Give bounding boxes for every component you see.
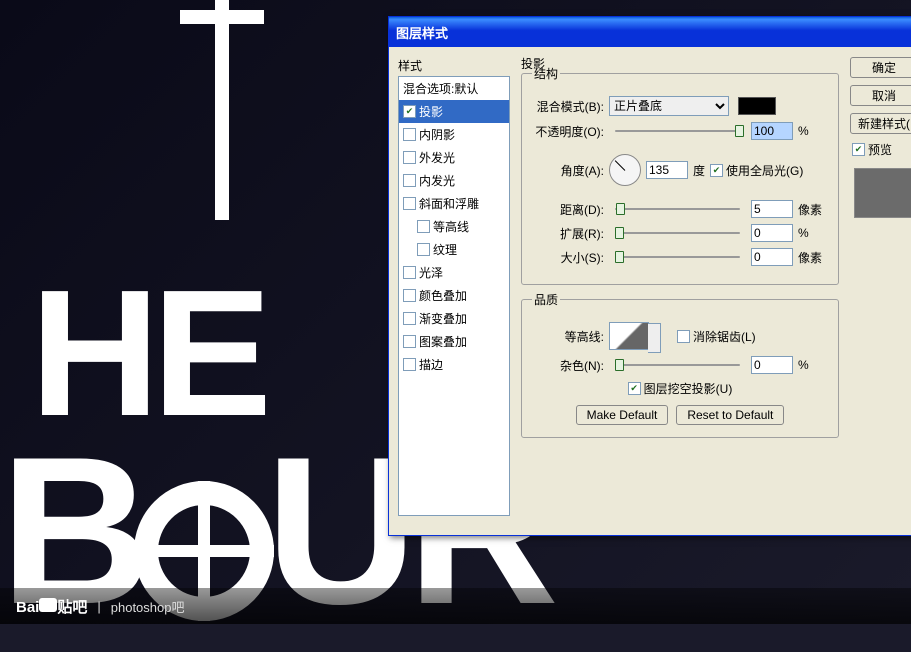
style-item-label: 外发光 [419,149,455,166]
angle-dial[interactable] [609,154,641,186]
style-item-label: 渐变叠加 [419,310,467,327]
noise-unit: % [798,358,828,372]
checkbox-icon [852,143,865,156]
checkbox-icon [403,128,416,141]
style-item[interactable]: 等高线 [399,215,509,238]
size-slider[interactable] [615,249,740,265]
style-item[interactable]: 描边 [399,353,509,376]
checkbox-icon [417,243,430,256]
style-item-label: 内阴影 [419,126,455,143]
style-item[interactable]: 渐变叠加 [399,307,509,330]
checkbox-icon [417,220,430,233]
watermark-sep: | [97,599,100,614]
size-input[interactable] [751,248,793,266]
noise-label: 杂色(N): [532,357,604,374]
watermark-brand: Bai贴吧 [16,596,87,617]
make-default-button[interactable]: Make Default [576,405,669,425]
global-light-checkbox[interactable]: 使用全局光(G) [710,162,803,179]
bg-shape [180,10,264,24]
dialog-title: 图层样式 [396,23,448,42]
style-item[interactable]: 外发光 [399,146,509,169]
blend-mode-select[interactable]: 正片叠底 [609,96,729,116]
preview-checkbox[interactable]: 预览 [852,141,911,158]
opacity-label: 不透明度(O): [532,123,604,140]
paw-icon [39,598,57,612]
knockout-checkbox[interactable]: 图层挖空投影(U) [628,380,733,397]
checkbox-icon [403,174,416,187]
angle-label: 角度(A): [532,162,604,179]
style-item-label: 描边 [419,356,443,373]
spread-input[interactable] [751,224,793,242]
checkbox-icon [403,312,416,325]
contour-label: 等高线: [532,328,604,345]
style-item-label: 斜面和浮雕 [419,195,479,212]
watermark-bar: Bai贴吧 | photoshop吧 [0,588,911,624]
style-item[interactable]: 投影 [399,100,509,123]
style-item-label: 光泽 [419,264,443,281]
style-item-label: 颜色叠加 [419,287,467,304]
quality-group: 品质 等高线: 消除锯齿(L) 杂色(N): % [521,291,839,438]
watermark-text: photoshop吧 [111,597,185,616]
checkbox-icon [403,358,416,371]
antialias-checkbox[interactable]: 消除锯齿(L) [677,328,756,345]
contour-picker[interactable] [609,322,649,350]
size-unit: 像素 [798,249,828,266]
opacity-slider[interactable] [615,123,740,139]
checkbox-icon [403,335,416,348]
style-item-label: 内发光 [419,172,455,189]
style-item[interactable]: 纹理 [399,238,509,261]
style-item[interactable]: 图案叠加 [399,330,509,353]
spread-slider[interactable] [615,225,740,241]
noise-input[interactable] [751,356,793,374]
checkbox-icon [403,289,416,302]
checkbox-icon [403,266,416,279]
checkbox-icon [710,164,723,177]
style-item[interactable]: 混合选项:默认 [399,77,509,100]
checkbox-icon [403,105,416,118]
quality-legend: 品质 [532,291,560,308]
style-item[interactable]: 斜面和浮雕 [399,192,509,215]
distance-label: 距离(D): [532,201,604,218]
section-title: 投影 [521,55,545,72]
checkbox-icon [403,151,416,164]
structure-group: 结构 混合模式(B): 正片叠底 不透明度(O): % 角度(A): [521,65,839,285]
blend-label: 混合模式(B): [532,98,604,115]
distance-unit: 像素 [798,201,828,218]
checkbox-icon [677,330,690,343]
dialog-titlebar[interactable]: 图层样式 [389,17,911,47]
styles-caption: 样式 [398,57,510,74]
style-item-label: 等高线 [433,218,469,235]
shadow-color-swatch[interactable] [738,97,776,115]
layer-style-dialog: 图层样式 样式 混合选项:默认投影内阴影外发光内发光斜面和浮雕等高线纹理光泽颜色… [388,16,911,536]
noise-slider[interactable] [615,357,740,373]
style-item[interactable]: 内发光 [399,169,509,192]
reset-default-button[interactable]: Reset to Default [676,405,784,425]
style-item[interactable]: 光泽 [399,261,509,284]
opacity-unit: % [798,124,828,138]
checkbox-icon [628,382,641,395]
style-item-label: 投影 [419,103,443,120]
preview-swatch [854,168,911,218]
style-item-label: 图案叠加 [419,333,467,350]
distance-slider[interactable] [615,201,740,217]
styles-list: 混合选项:默认投影内阴影外发光内发光斜面和浮雕等高线纹理光泽颜色叠加渐变叠加图案… [398,76,510,516]
distance-input[interactable] [751,200,793,218]
spread-label: 扩展(R): [532,225,604,242]
angle-input[interactable] [646,161,688,179]
ok-button[interactable]: 确定 [850,57,911,78]
cancel-button[interactable]: 取消 [850,85,911,106]
angle-unit: 度 [693,162,705,179]
size-label: 大小(S): [532,249,604,266]
style-item-label: 纹理 [433,241,457,258]
style-item[interactable]: 颜色叠加 [399,284,509,307]
spread-unit: % [798,226,828,240]
style-item-label: 混合选项:默认 [403,80,478,97]
opacity-input[interactable] [751,122,793,140]
style-item[interactable]: 内阴影 [399,123,509,146]
new-style-button[interactable]: 新建样式( [850,113,911,134]
bg-shape [215,0,229,220]
checkbox-icon [403,197,416,210]
